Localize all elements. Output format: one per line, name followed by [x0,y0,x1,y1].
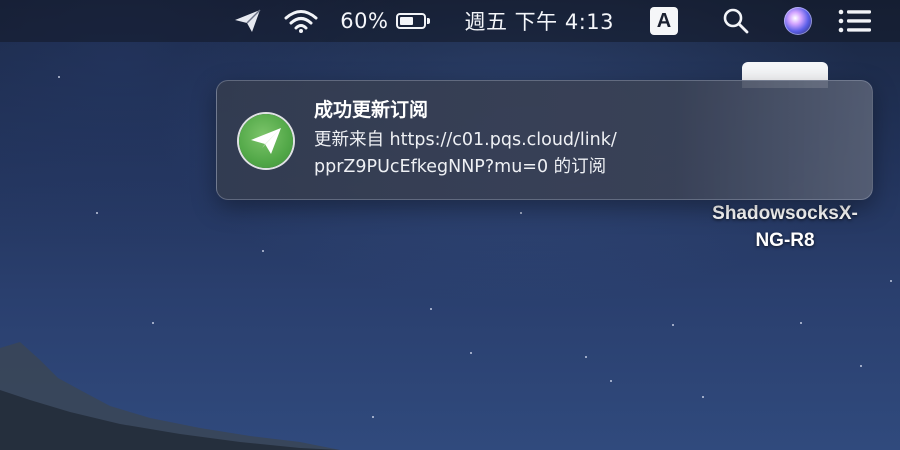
star [702,396,704,398]
notification-center-icon [838,9,871,33]
star [585,356,587,358]
siri-icon [784,7,812,35]
star [372,416,374,418]
shadowsocks-app-icon [239,114,293,168]
star [800,322,802,324]
input-source-menu[interactable]: A [650,0,678,42]
desktop-icon-label-line2: NG-R8 [755,230,815,251]
menubar-clock: 週五 下午 4:13 [464,10,614,34]
star [610,380,612,382]
shadowsocks-icon [235,9,261,32]
star [58,76,60,78]
notification-body-line1: 更新来自 https://c01.pqs.cloud/link/ [314,130,617,150]
battery-nub [427,18,431,24]
clock-menu-extra[interactable]: 週五 下午 4:13 [464,0,614,42]
star [860,365,862,367]
star [520,212,522,214]
battery-menu-extra[interactable]: 60% [340,0,431,42]
notification-body: 更新来自 https://c01.pqs.cloud/link/ pprZ9PU… [314,127,714,181]
wifi-icon [284,10,318,33]
mountain-silhouette [0,342,340,450]
spotlight-button[interactable] [722,0,750,42]
star [262,250,264,252]
star [430,308,432,310]
search-icon [723,8,749,34]
paper-plane-icon [251,128,281,154]
star [470,352,472,354]
battery-fill [400,17,414,25]
battery-icon [396,13,431,29]
wifi-menu-extra[interactable] [284,0,318,42]
notification-body-line2: pprZ9PUcEfkegNNP?mu=0 的订阅 [314,157,607,177]
notification-banner[interactable]: 成功更新订阅 更新来自 https://c01.pqs.cloud/link/ … [216,80,873,200]
battery-percent: 60% [340,9,389,33]
star [96,212,98,214]
star [890,280,892,282]
desktop-icon-label-line1: ShadowsocksX- [712,203,858,224]
desktop-icon-label: ShadowsocksX- NG-R8 [690,200,880,254]
notification-center-button[interactable] [838,0,872,42]
shadowsocks-menu-extra[interactable] [234,0,262,42]
star [672,324,674,326]
input-source-icon: A [650,7,678,35]
menu-bar: 60% 週五 下午 4:13 A [0,0,900,42]
desktop: 60% 週五 下午 4:13 A ShadowsocksX- NG-R8 成功更… [0,0,900,450]
notification-title: 成功更新订阅 [314,99,429,121]
siri-button[interactable] [784,0,812,42]
